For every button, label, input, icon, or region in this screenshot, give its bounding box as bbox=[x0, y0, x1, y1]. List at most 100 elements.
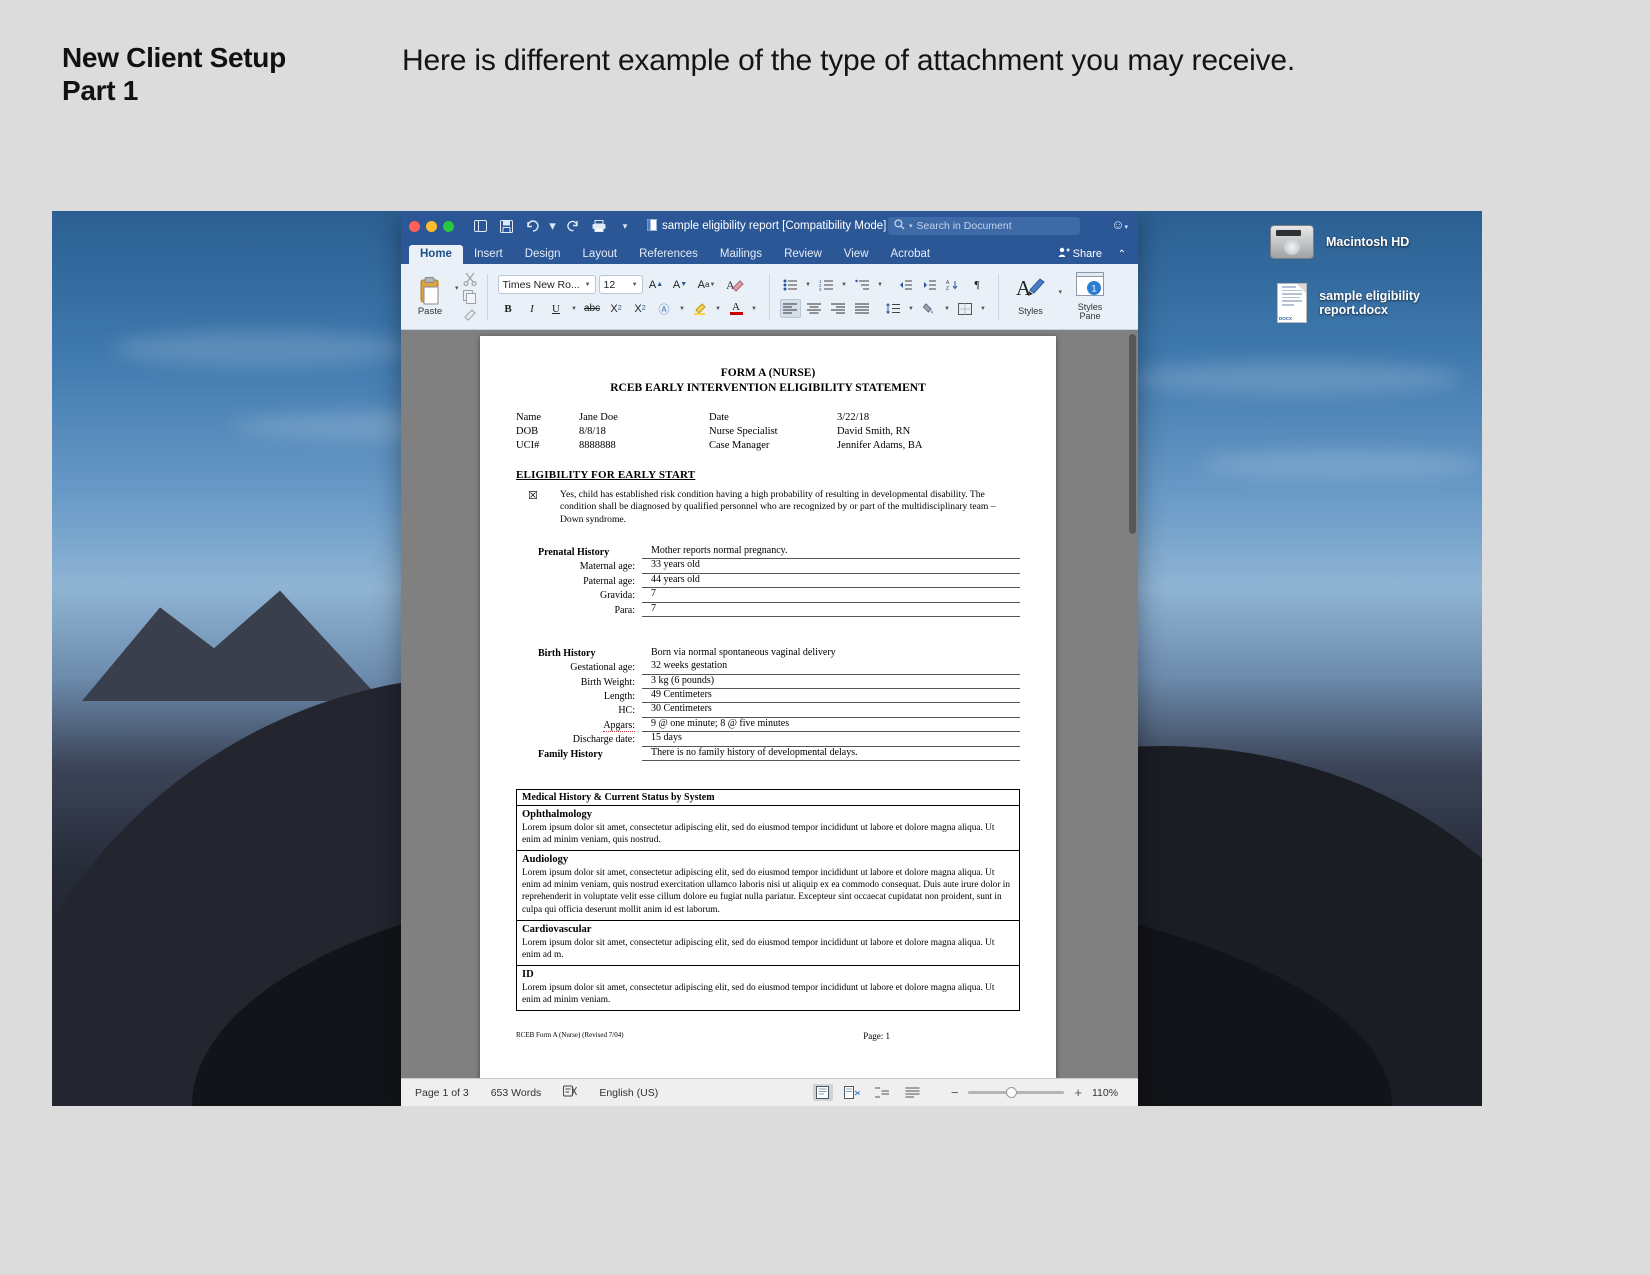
tab-view[interactable]: View bbox=[833, 245, 880, 264]
strikethrough-icon[interactable]: abc bbox=[582, 299, 603, 318]
print-icon[interactable] bbox=[589, 217, 609, 235]
multilevel-list-icon[interactable] bbox=[852, 275, 873, 294]
search-dropdown-icon[interactable]: ▾ bbox=[909, 222, 913, 230]
multilevel-list-dropdown-icon[interactable]: ▼ bbox=[876, 275, 885, 294]
toolbar-overflow-icon[interactable]: ▾ bbox=[615, 217, 635, 235]
outline-view-icon[interactable] bbox=[873, 1084, 893, 1101]
desktop-icon-macintosh-hd[interactable]: Macintosh HD bbox=[1270, 225, 1409, 259]
increase-indent-icon[interactable] bbox=[919, 275, 940, 294]
superscript-icon[interactable]: X2 bbox=[630, 299, 651, 318]
clear-formatting-icon[interactable]: A bbox=[723, 275, 747, 294]
font-color-icon[interactable]: A bbox=[726, 299, 747, 318]
form-title-line2: RCEB EARLY INTERVENTION ELIGIBILITY STAT… bbox=[610, 381, 926, 394]
id-value-dob: 8/8/18 bbox=[579, 426, 606, 438]
svg-text:Z: Z bbox=[946, 286, 949, 291]
line-spacing-dropdown-icon[interactable]: ▼ bbox=[907, 299, 916, 318]
paste-dropdown-icon[interactable]: ▾ bbox=[455, 284, 459, 292]
sidebar-icon[interactable] bbox=[470, 217, 490, 235]
document-icon: DOCX bbox=[1277, 283, 1308, 323]
share-button[interactable]: Share bbox=[1058, 247, 1102, 261]
ribbon-tabs[interactable]: Home Insert Design Layout References Mai… bbox=[401, 241, 1138, 264]
feedback-smiley-icon[interactable]: ☺▾ bbox=[1111, 217, 1128, 232]
highlight-dropdown-icon[interactable]: ▼ bbox=[714, 299, 723, 318]
align-right-icon[interactable] bbox=[828, 299, 849, 318]
tab-insert[interactable]: Insert bbox=[463, 245, 514, 264]
underline-dropdown-icon[interactable]: ▼ bbox=[570, 299, 579, 318]
svg-text:1: 1 bbox=[1092, 283, 1097, 293]
clipboard-minibuttons[interactable] bbox=[462, 272, 477, 322]
tab-design[interactable]: Design bbox=[514, 245, 572, 264]
align-left-icon[interactable] bbox=[779, 299, 801, 318]
proofing-status-icon[interactable] bbox=[563, 1085, 578, 1101]
decrease-indent-icon[interactable] bbox=[895, 275, 916, 294]
font-name-select[interactable]: Times New Ro... ▼ bbox=[497, 275, 596, 294]
undo-icon[interactable] bbox=[522, 217, 542, 235]
change-case-icon[interactable]: Aa ▼ bbox=[694, 275, 720, 294]
prenatal-row: Paternal age: 44 years old bbox=[516, 574, 1020, 589]
row-label: Paternal age: bbox=[583, 575, 635, 587]
checkbox-checked-icon[interactable]: ☒ bbox=[516, 489, 560, 527]
highlight-icon[interactable] bbox=[690, 299, 711, 318]
grow-font-icon[interactable]: A ▲ bbox=[646, 275, 667, 294]
sort-icon[interactable]: AZ bbox=[943, 275, 964, 294]
font-size-select[interactable]: 12 ▼ bbox=[598, 275, 643, 294]
align-center-icon[interactable] bbox=[804, 299, 825, 318]
zoom-in-button[interactable]: + bbox=[1074, 1085, 1082, 1100]
window-controls[interactable] bbox=[409, 220, 454, 232]
cut-icon[interactable] bbox=[463, 272, 477, 286]
borders-dropdown-icon[interactable]: ▼ bbox=[979, 299, 988, 318]
chevron-down-icon[interactable]: ▼ bbox=[585, 282, 591, 288]
italic-icon[interactable]: I bbox=[522, 299, 543, 318]
maximize-icon[interactable] bbox=[443, 220, 454, 232]
styles-pane-button[interactable]: 1 Styles Pane bbox=[1072, 271, 1108, 322]
document-canvas[interactable]: FORM A (NURSE) RCEB EARLY INTERVENTION E… bbox=[401, 330, 1138, 1078]
format-painter-icon[interactable] bbox=[463, 308, 477, 322]
copy-icon[interactable] bbox=[462, 289, 477, 304]
tab-home[interactable]: Home bbox=[409, 245, 463, 264]
close-icon[interactable] bbox=[409, 220, 420, 232]
styles-button[interactable]: A Styles bbox=[1013, 276, 1049, 316]
language-label[interactable]: English (US) bbox=[599, 1087, 658, 1099]
desktop-icon-sample-report[interactable]: DOCX sample eligibility report.docx bbox=[1277, 283, 1482, 323]
underline-icon[interactable]: U bbox=[546, 299, 567, 318]
draft-view-icon[interactable] bbox=[903, 1084, 923, 1101]
document-page-1[interactable]: FORM A (NURSE) RCEB EARLY INTERVENTION E… bbox=[480, 336, 1056, 1078]
zoom-slider[interactable] bbox=[968, 1087, 1065, 1098]
zoom-slider-handle[interactable] bbox=[1006, 1087, 1018, 1098]
shading-dropdown-icon[interactable]: ▼ bbox=[943, 299, 952, 318]
bold-icon[interactable]: B bbox=[498, 299, 519, 318]
bulleted-list-icon[interactable] bbox=[780, 275, 801, 294]
text-effects-icon[interactable]: Ⓐ bbox=[654, 299, 675, 318]
justify-icon[interactable] bbox=[852, 299, 873, 318]
search-input[interactable]: ▾ Search in Document bbox=[888, 217, 1080, 235]
undo-dropdown-icon[interactable]: ▾ bbox=[548, 217, 557, 235]
tab-mailings[interactable]: Mailings bbox=[709, 245, 773, 264]
numbered-list-dropdown-icon[interactable]: ▼ bbox=[840, 275, 849, 294]
tab-layout[interactable]: Layout bbox=[572, 245, 629, 264]
shading-icon[interactable] bbox=[919, 299, 940, 318]
bulleted-list-dropdown-icon[interactable]: ▼ bbox=[804, 275, 813, 294]
save-icon[interactable] bbox=[496, 217, 516, 235]
borders-icon[interactable] bbox=[955, 299, 976, 318]
minimize-icon[interactable] bbox=[426, 220, 437, 232]
shrink-font-icon[interactable]: A ▼ bbox=[670, 275, 691, 294]
styles-dropdown-icon[interactable]: ▾ bbox=[1059, 288, 1063, 296]
vertical-scrollbar[interactable] bbox=[1129, 334, 1136, 534]
line-spacing-icon[interactable] bbox=[883, 299, 904, 318]
tab-acrobat[interactable]: Acrobat bbox=[880, 245, 942, 264]
font-color-dropdown-icon[interactable]: ▼ bbox=[750, 299, 759, 318]
chevron-down-icon[interactable]: ▼ bbox=[632, 282, 638, 288]
text-effects-dropdown-icon[interactable]: ▼ bbox=[678, 299, 687, 318]
paste-button[interactable]: Paste bbox=[409, 276, 451, 317]
show-formatting-icon[interactable]: ¶ bbox=[967, 275, 988, 294]
birth-heading-value: Born via normal spontaneous vaginal deli… bbox=[651, 646, 836, 658]
redo-icon[interactable] bbox=[563, 217, 583, 235]
zoom-out-button[interactable]: − bbox=[951, 1085, 959, 1100]
numbered-list-icon[interactable]: 123 bbox=[816, 275, 837, 294]
print-layout-view-icon[interactable] bbox=[812, 1084, 833, 1101]
tab-review[interactable]: Review bbox=[773, 245, 833, 264]
subscript-icon[interactable]: X2 bbox=[606, 299, 627, 318]
tab-references[interactable]: References bbox=[628, 245, 709, 264]
web-layout-view-icon[interactable] bbox=[843, 1084, 863, 1101]
ribbon-collapse-icon[interactable]: ⌃ bbox=[1118, 249, 1126, 260]
